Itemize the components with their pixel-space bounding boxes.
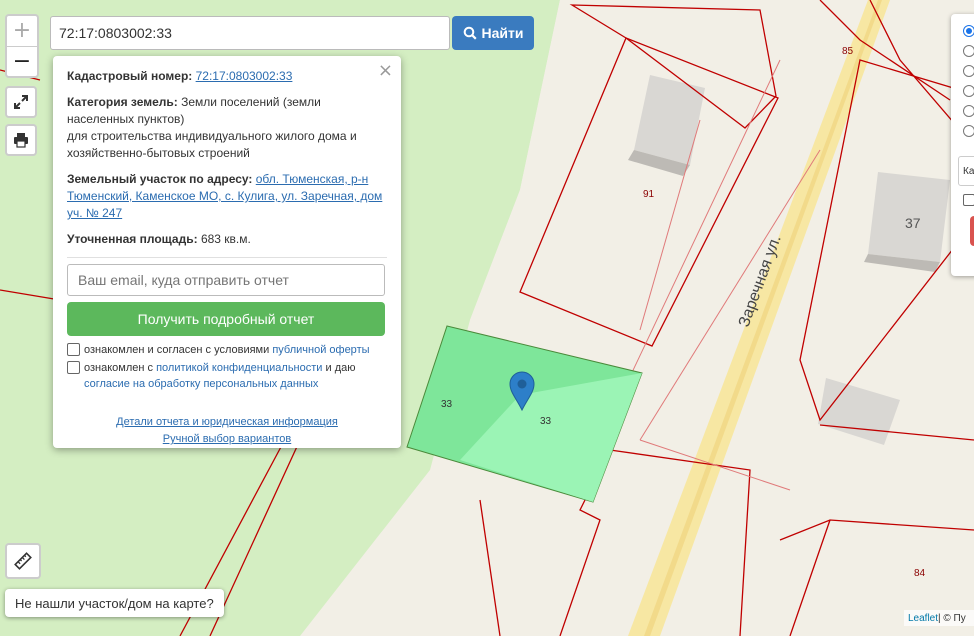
close-icon[interactable]: × <box>378 60 393 81</box>
privacy-agreement: ознакомлен с политикой конфиденциальност… <box>67 360 387 392</box>
email-field[interactable] <box>67 264 385 296</box>
layer-radio-4[interactable] <box>963 85 974 97</box>
house-number-37: 37 <box>905 215 921 231</box>
offer-agreement: ознакомлен и согласен с условиями публич… <box>67 342 387 358</box>
category-label: Категория земель: <box>67 95 178 109</box>
leaflet-link[interactable]: Leaflet <box>908 613 938 624</box>
measure-button[interactable] <box>5 543 41 579</box>
privacy-checkbox[interactable] <box>67 361 80 374</box>
parcel-label-33-right: 33 <box>540 416 552 427</box>
fullscreen-button[interactable] <box>5 86 37 118</box>
popup-footer-links: Детали отчета и юридическая информация Р… <box>67 414 387 448</box>
privacy-text-2: и даю <box>325 362 356 374</box>
divider <box>67 257 387 258</box>
category-usage: для строительства индивидуального жилого… <box>67 129 357 160</box>
parcel-info-popup: × Кадастровый номер: 72:17:0803002:33 Ка… <box>53 56 401 448</box>
offer-checkbox[interactable] <box>67 343 80 356</box>
cadastral-link[interactable]: 72:17:0803002:33 <box>196 69 293 83</box>
attribution-text: | © Пу <box>938 612 966 624</box>
zoom-in-button[interactable]: + <box>7 16 37 47</box>
cadastral-search-input[interactable] <box>50 16 450 50</box>
layer-radio-1[interactable] <box>963 25 974 37</box>
print-button[interactable] <box>5 124 37 156</box>
ruler-icon <box>14 552 32 570</box>
area-value: 683 кв.м. <box>200 232 251 246</box>
panel-checkbox[interactable] <box>963 194 974 206</box>
address-row: Земельный участок по адресу: обл. Тюменс… <box>67 171 387 222</box>
layer-radio-3[interactable] <box>963 65 974 77</box>
category-row: Категория земель: Земли поселений (земли… <box>67 94 387 162</box>
map-attribution: Leaflet | © Пу <box>904 610 974 626</box>
cadastral-label: Кадастровый номер: <box>67 69 193 83</box>
layer-radio-2[interactable] <box>963 45 974 57</box>
parcel-label-85: 85 <box>842 46 854 57</box>
zoom-out-button[interactable]: − <box>7 47 37 77</box>
layer-options-panel: Ка <box>951 14 974 276</box>
personal-data-consent-link[interactable]: согласие на обработку персональных данны… <box>84 378 318 390</box>
search-icon <box>463 26 477 40</box>
offer-text: ознакомлен и согласен с условиями <box>84 344 270 356</box>
parcel-label-91: 91 <box>643 189 655 200</box>
area-label: Уточненная площадь: <box>67 232 198 246</box>
layer-radio-5[interactable] <box>963 105 974 117</box>
area-row: Уточненная площадь: 683 кв.м. <box>67 231 387 248</box>
get-report-button[interactable]: Получить подробный отчет <box>67 302 385 336</box>
manual-selection-link[interactable]: Ручной выбор вариантов <box>67 431 387 448</box>
privacy-text: ознакомлен с <box>84 362 154 374</box>
find-button-label: Найти <box>481 25 524 41</box>
find-button[interactable]: Найти <box>452 16 534 50</box>
address-label: Земельный участок по адресу: <box>67 172 253 186</box>
report-details-link[interactable]: Детали отчета и юридическая информация <box>67 414 387 431</box>
not-found-button[interactable]: Не нашли участок/дом на карте? <box>5 589 224 617</box>
panel-input[interactable]: Ка <box>958 156 974 186</box>
offer-agreement-text: ознакомлен и согласен с условиями публич… <box>84 342 370 358</box>
public-offer-link[interactable]: публичной оферты <box>272 344 369 356</box>
layer-radio-6[interactable] <box>963 125 974 137</box>
privacy-agreement-text: ознакомлен с политикой конфиденциальност… <box>84 360 387 392</box>
parcel-label-84: 84 <box>914 568 926 579</box>
cadastral-row: Кадастровый номер: 72:17:0803002:33 <box>67 68 387 85</box>
parcel-label-33-left: 33 <box>441 399 453 410</box>
expand-icon <box>14 95 28 109</box>
panel-action-button[interactable] <box>970 216 974 246</box>
printer-icon <box>14 133 28 148</box>
privacy-policy-link[interactable]: политикой конфиденциальности <box>156 362 322 374</box>
zoom-control: + − <box>5 14 39 78</box>
